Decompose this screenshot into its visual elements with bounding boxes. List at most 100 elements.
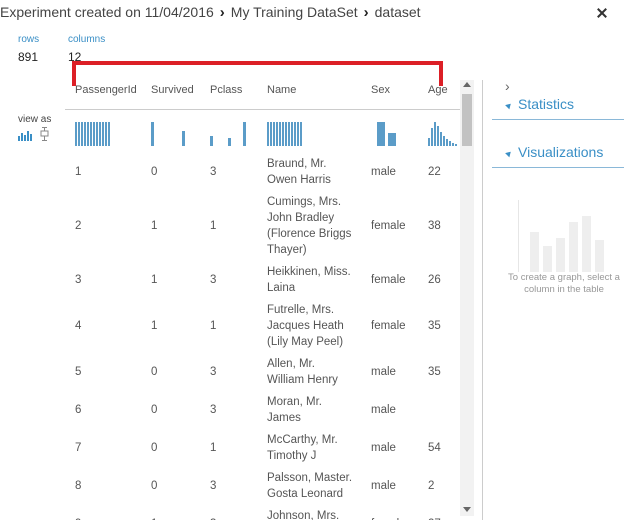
table-row[interactable]: 913female27Johnson, Mrs.Oscar W [65,508,460,520]
scroll-up-icon[interactable] [463,82,471,87]
cell-survived: 0 [151,404,158,416]
scroll-down-icon[interactable] [463,507,471,512]
cell-sex: male [371,166,396,178]
cell-name-line: Gosta Leonard [267,488,344,500]
cell-age: 38 [428,220,441,232]
cell-age: 35 [428,366,441,378]
cell-name-line: Owen Harris [267,174,331,186]
table-row[interactable]: 5 0 3 male 35 Allen, Mr. William Henry [65,356,460,388]
cell-passengerid: 2 [75,220,82,232]
boxplot-view-icon[interactable] [40,127,49,141]
cell-passengerid: 1 [75,166,82,178]
cell-pclass: 1 [210,220,217,232]
cell-pclass: 3 [210,366,217,378]
view-as-label: view as [18,114,52,125]
cell-passengerid: 8 [75,480,82,492]
cell-passengerid: 9 [75,516,81,520]
histogram-passengerid[interactable] [75,118,111,146]
table-row[interactable]: 7 0 1 male 54 McCarthy, Mr. Timothy J [65,432,460,464]
breadcrumb-experiment[interactable]: Experiment created on 11/04/2016 [0,4,214,20]
cell-pclass: 1 [210,442,217,454]
visualizations-section[interactable]: Visualizations [492,140,624,168]
cell-sex: male [371,480,396,492]
cell-name-line: James [267,412,301,424]
chevron-right-icon: › [363,3,369,21]
column-header-age[interactable]: Age [428,84,448,96]
cell-survived: 0 [151,442,158,454]
cell-name-line: Johnson, Mrs. [267,510,340,520]
expand-triangle-icon [505,149,513,158]
column-header-survived[interactable]: Survived [151,84,194,96]
cell-survived: 1 [151,516,157,520]
cell-age: 2 [428,480,435,492]
cell-pclass: 3 [210,516,216,520]
cell-age: 54 [428,442,441,454]
dataset-table: PassengerId Survived Pclass Name Sex Age [65,72,460,520]
table-row[interactable]: 1 0 3 male 22 Braund, Mr. Owen Harris [65,156,460,188]
cell-name-line: Jacques Heath [267,320,344,332]
chevron-right-icon: › [219,3,225,21]
cell-name-line: Braund, Mr. [267,158,327,170]
cell-name-line: Heikkinen, Miss. [267,266,351,278]
cell-name-line: Timothy J [267,450,317,462]
cell-age: 27 [428,516,441,520]
cell-survived: 1 [151,220,158,232]
cell-survived: 1 [151,320,158,332]
column-header-sex[interactable]: Sex [371,84,390,96]
cell-pclass: 3 [210,274,217,286]
histogram-view-icon[interactable] [18,129,34,141]
breadcrumb-dataset-group[interactable]: My Training DataSet [231,4,358,20]
statistics-section[interactable]: Statistics [492,92,624,120]
cell-survived: 0 [151,166,158,178]
table-row[interactable]: 4 1 1 female 35 Futrelle, Mrs. Jacques Heath (L… [65,302,460,350]
table-row[interactable]: 6 0 3 male Moran, Mr. James [65,394,460,426]
breadcrumb-dataset: dataset [374,4,421,20]
cell-sex: female [371,274,406,286]
cell-sex: male [371,404,396,416]
visualizations-title: Visualizations [518,144,604,160]
columns-count: 12 [68,50,82,64]
cell-pclass: 3 [210,404,217,416]
table-row[interactable]: 2 1 1 female 38 Cumings, Mrs. John Bradley (Flo… [65,194,460,258]
column-header-passengerid[interactable]: PassengerId [75,84,137,96]
cell-sex: male [371,366,396,378]
histogram-pclass[interactable] [210,118,250,146]
cell-name-line: (Lily May Peel) [267,336,344,348]
table-scrollbar[interactable] [460,80,474,516]
column-header-pclass[interactable]: Pclass [210,84,242,96]
cell-name-line: William Henry [267,374,338,386]
cell-passengerid: 5 [75,366,82,378]
scroll-thumb[interactable] [462,94,472,146]
cell-name-line: Cumings, Mrs. [267,196,342,208]
placeholder-bar-chart-icon [518,200,604,272]
column-header-name[interactable]: Name [267,84,296,96]
visualization-placeholder-text: To create a graph, select a column in th… [508,272,620,295]
cell-sex: female [371,516,406,520]
cell-passengerid: 4 [75,320,82,332]
cell-passengerid: 3 [75,274,82,286]
cell-age: 35 [428,320,441,332]
cell-survived: 0 [151,366,158,378]
table-row[interactable]: 8 0 3 male 2 Palsson, Master. Gosta Leonard [65,470,460,502]
histogram-sex[interactable] [377,118,401,146]
rows-label: rows [18,34,40,45]
cell-passengerid: 6 [75,404,82,416]
cell-sex: female [371,220,406,232]
table-row[interactable]: 3 1 3 female 26 Heikkinen, Miss. Laina [65,264,460,296]
cell-name-line: Moran, Mr. [267,396,322,408]
cell-name-line: McCarthy, Mr. [267,434,338,446]
histogram-name[interactable] [267,118,303,146]
panel-divider [482,80,483,520]
histogram-survived[interactable] [151,118,191,146]
cell-name-line: John Bradley [267,212,335,224]
cell-age: 26 [428,274,441,286]
cell-pclass: 3 [210,166,217,178]
expand-triangle-icon [505,101,513,110]
cell-name-line: Palsson, Master. [267,472,353,484]
cell-name-line: Thayer) [267,244,307,256]
cell-sex: female [371,320,406,332]
view-as-toggle [18,127,49,141]
histogram-age[interactable] [428,118,458,146]
breadcrumb: Experiment created on 11/04/2016 › My Tr… [0,0,421,24]
close-icon[interactable] [596,7,608,19]
